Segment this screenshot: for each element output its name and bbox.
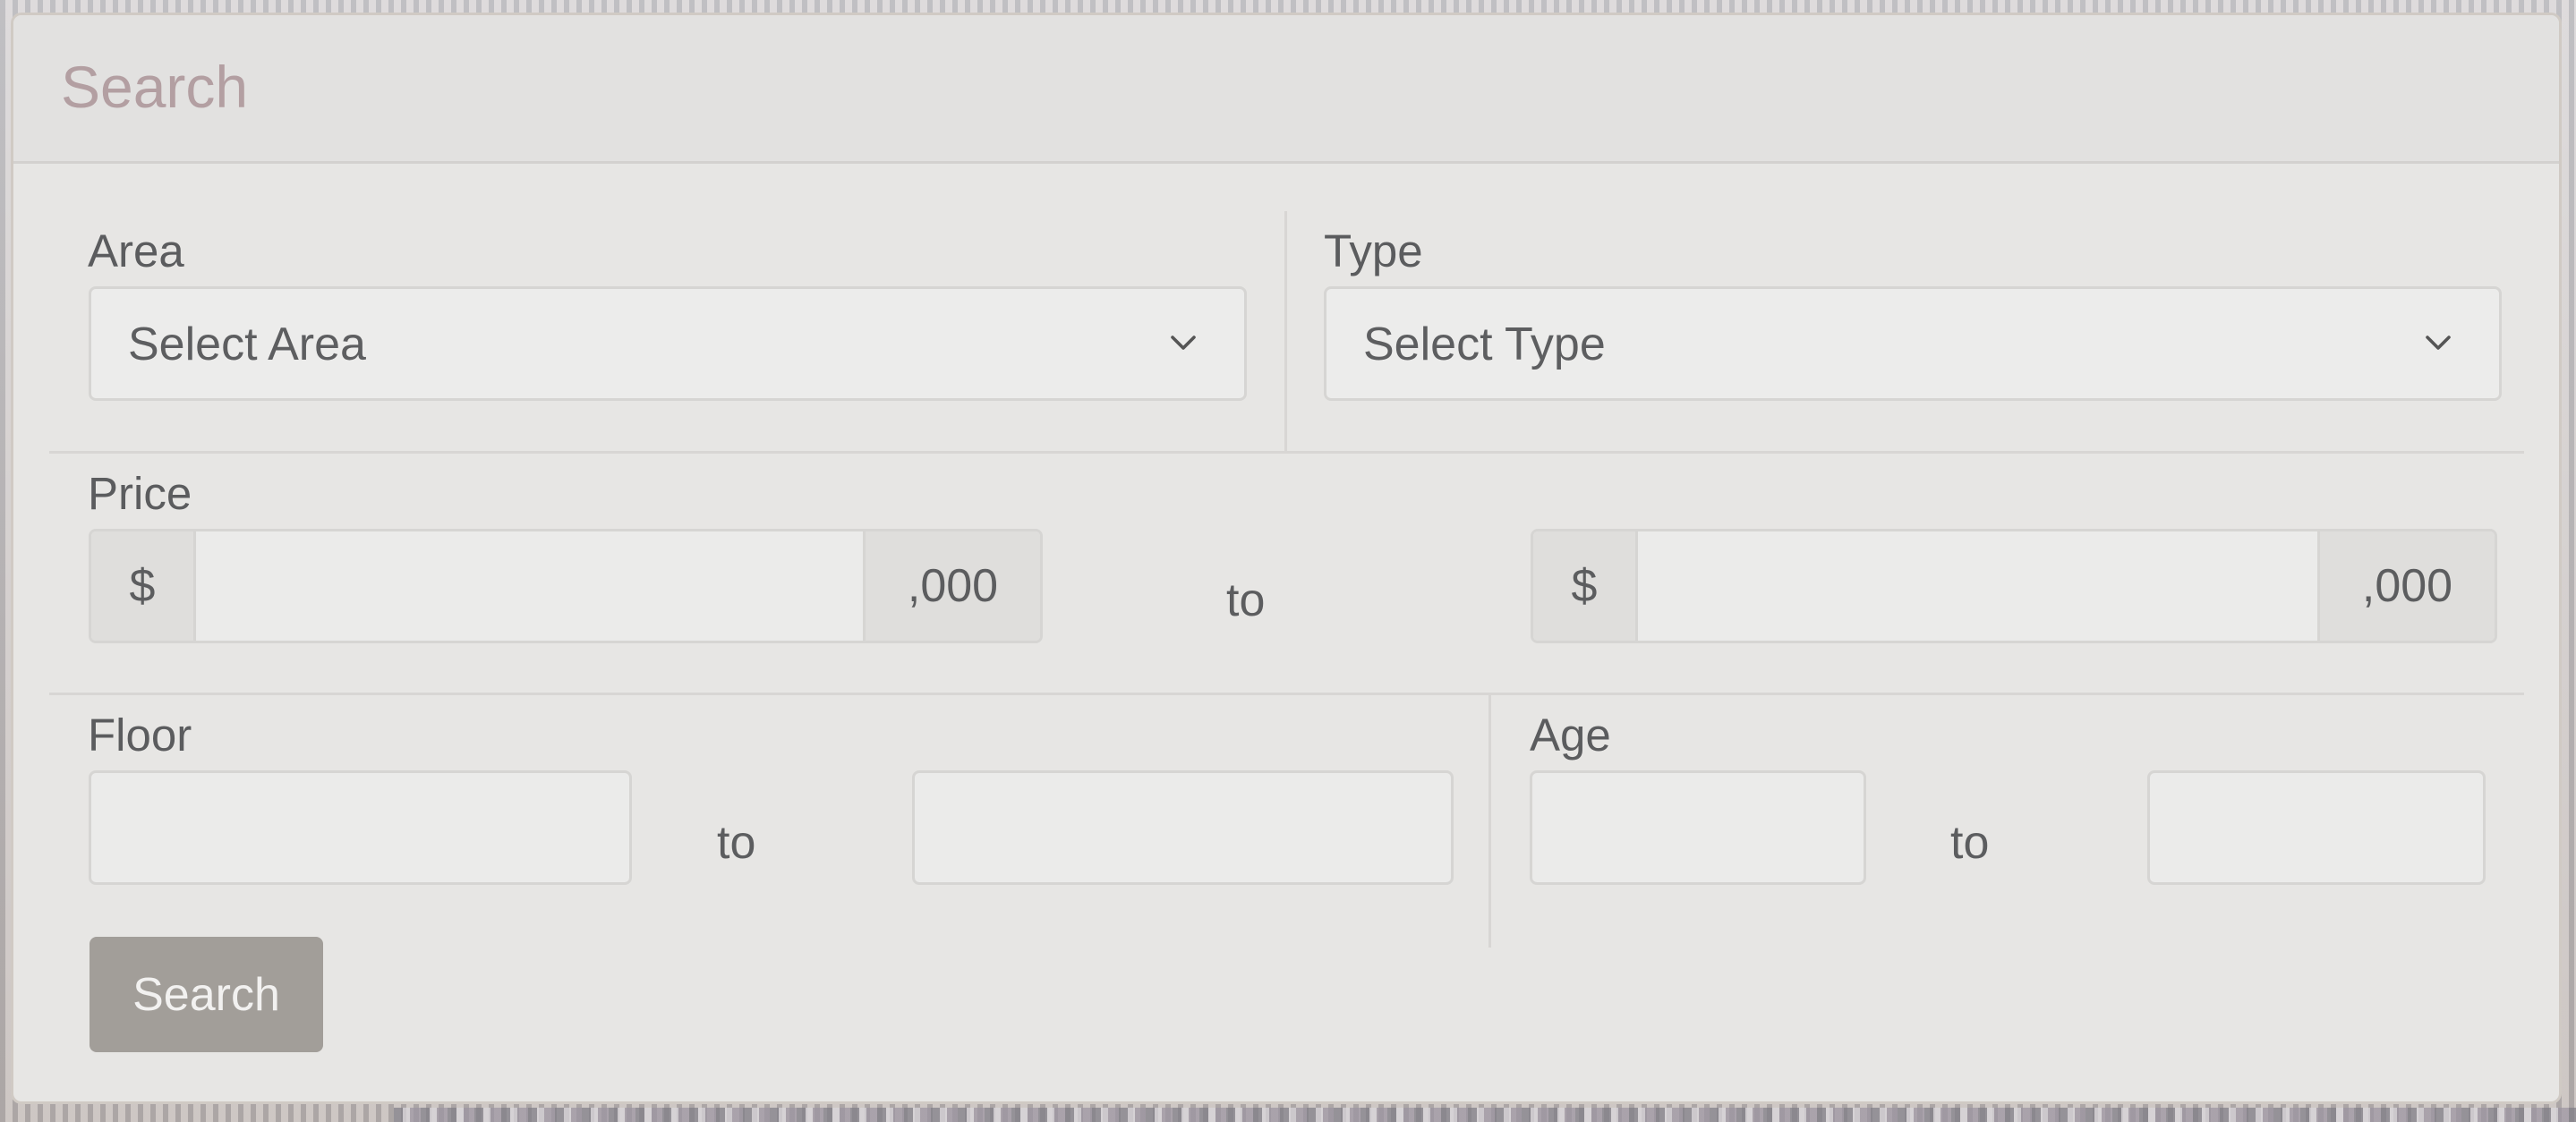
price-max-currency: $ — [1533, 531, 1638, 641]
row1-column-divider — [1284, 211, 1287, 451]
price-max-suffix: ,000 — [2317, 531, 2495, 641]
type-label: Type — [1324, 225, 1423, 276]
price-max-group: $ ,000 — [1531, 529, 2497, 643]
price-min-suffix: ,000 — [863, 531, 1040, 641]
row-divider — [49, 451, 2524, 454]
price-label: Price — [88, 468, 192, 519]
area-select-value: Select Area — [128, 319, 366, 370]
panel-header: Search — [13, 15, 2559, 164]
price-min-input[interactable] — [196, 531, 863, 641]
area-select[interactable]: Select Area — [89, 286, 1247, 401]
age-to-text: to — [1950, 817, 1990, 869]
floor-to-text: to — [717, 817, 756, 869]
floor-max-input[interactable] — [912, 770, 1454, 885]
price-min-currency: $ — [91, 531, 196, 641]
row-divider — [49, 693, 2524, 695]
panel-title: Search — [61, 54, 249, 120]
price-min-group: $ ,000 — [89, 529, 1043, 643]
area-label: Area — [88, 225, 184, 276]
search-panel: Search Area Select Area Type Select Type… — [11, 13, 2562, 1104]
age-min-input[interactable] — [1530, 770, 1866, 885]
age-max-input[interactable] — [2147, 770, 2486, 885]
age-label: Age — [1530, 710, 1611, 761]
chevron-down-icon — [2426, 336, 2451, 350]
floor-label: Floor — [88, 710, 192, 761]
type-select-value: Select Type — [1363, 319, 1606, 370]
type-select[interactable]: Select Type — [1324, 286, 2502, 401]
background-image-strip — [394, 1108, 2576, 1122]
price-max-input[interactable] — [1638, 531, 2317, 641]
search-button[interactable]: Search — [90, 937, 323, 1052]
row3-column-divider — [1488, 695, 1491, 948]
floor-min-input[interactable] — [89, 770, 632, 885]
chevron-down-icon — [1171, 336, 1196, 350]
price-to-text: to — [1226, 574, 1266, 626]
